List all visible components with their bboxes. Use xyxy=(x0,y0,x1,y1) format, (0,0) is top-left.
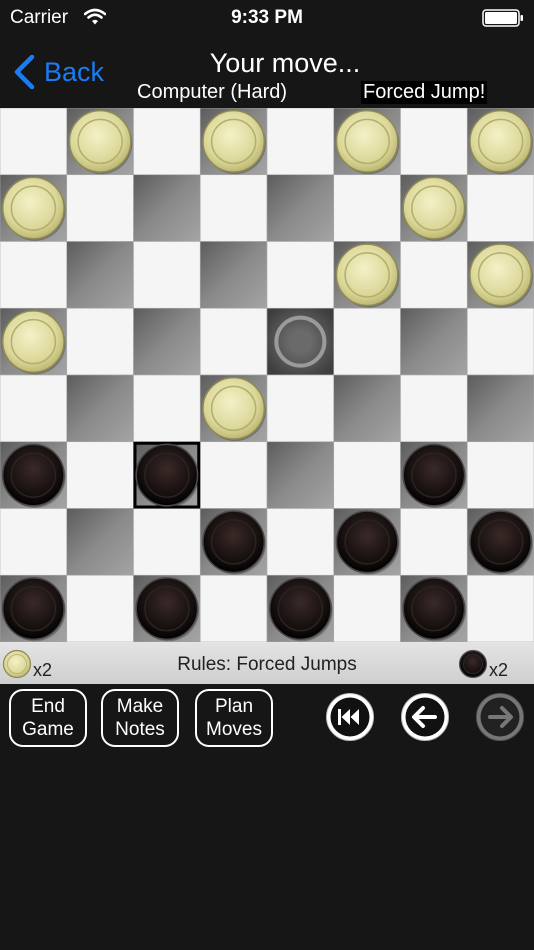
plan-moves-label-line1: Plan xyxy=(214,696,254,717)
board-square-3-7[interactable] xyxy=(466,307,534,376)
forced-jump-alert: Forced Jump! xyxy=(361,81,488,104)
board-square-6-1[interactable] xyxy=(66,508,134,576)
battery-icon xyxy=(482,9,523,27)
board-grid[interactable] xyxy=(0,108,534,642)
board-square-0-2[interactable] xyxy=(133,108,201,176)
page-title: Your move... xyxy=(209,48,361,78)
make-notes-label-line2: Notes xyxy=(115,719,165,740)
end-game-label-line2: Game xyxy=(22,719,74,740)
board-square-2-0[interactable] xyxy=(0,241,68,309)
board-square-2-1[interactable] xyxy=(66,241,134,309)
board-square-4-0[interactable] xyxy=(0,374,68,443)
rewind-to-start-icon[interactable] xyxy=(325,692,375,742)
dark-captured-count: x2 xyxy=(489,660,509,680)
board-square-0-6[interactable] xyxy=(400,108,468,176)
arrow-left-icon[interactable] xyxy=(400,692,450,742)
board-square-5-4[interactable] xyxy=(266,441,335,509)
dark-captured-counter: x2 xyxy=(458,649,509,680)
board-square-3-5[interactable] xyxy=(333,307,401,376)
board-square-1-4[interactable] xyxy=(266,174,335,242)
board-square-5-5[interactable] xyxy=(333,441,401,509)
board-square-7-7[interactable] xyxy=(466,574,534,642)
board-square-1-5[interactable] xyxy=(333,174,401,242)
board-square-4-5[interactable] xyxy=(333,374,401,443)
board-square-6-0[interactable] xyxy=(0,508,68,576)
board-square-3-6[interactable] xyxy=(400,307,468,376)
clock: 9:33 PM xyxy=(231,7,303,28)
board-square-7-5[interactable] xyxy=(333,574,401,642)
board-square-1-1[interactable] xyxy=(66,174,134,242)
board-square-2-4[interactable] xyxy=(266,241,335,309)
arrow-right-icon[interactable] xyxy=(475,692,525,742)
board-square-4-4[interactable] xyxy=(266,374,335,443)
plan-moves-label-line2: Moves xyxy=(206,719,262,740)
board-square-1-2[interactable] xyxy=(133,174,201,242)
board-square-1-7[interactable] xyxy=(466,174,534,242)
board-square-0-0[interactable] xyxy=(0,108,68,176)
make-notes-label-line1: Make xyxy=(116,696,164,717)
rules-label: Rules: Forced Jumps xyxy=(177,654,357,675)
board-square-1-3[interactable] xyxy=(199,174,268,242)
end-game-label-line1: End xyxy=(31,696,65,717)
board-square-7-3[interactable] xyxy=(199,574,268,642)
board-square-5-1[interactable] xyxy=(66,441,134,509)
make-notes-button[interactable]: Make Notes xyxy=(101,689,179,747)
end-game-button[interactable]: End Game xyxy=(9,689,87,747)
info-bar: x2 Rules: Forced Jumps x2 xyxy=(0,642,534,684)
board-square-7-1[interactable] xyxy=(66,574,134,642)
opponent-label: Computer (Hard) xyxy=(137,81,288,103)
board-square-6-6[interactable] xyxy=(400,508,468,576)
board-square-6-4[interactable] xyxy=(266,508,335,576)
board-square-6-2[interactable] xyxy=(133,508,201,576)
board-square-4-1[interactable] xyxy=(66,374,134,443)
dark-piece-icon xyxy=(458,649,488,679)
checkers-board[interactable] xyxy=(0,108,534,642)
board-square-3-3[interactable] xyxy=(199,307,268,376)
board-square-2-3[interactable] xyxy=(199,241,268,309)
board-square-2-6[interactable] xyxy=(400,241,468,309)
plan-moves-button[interactable]: Plan Moves xyxy=(195,689,273,747)
board-square-4-6[interactable] xyxy=(400,374,468,443)
board-square-5-7[interactable] xyxy=(466,441,534,509)
board-square-4-7[interactable] xyxy=(466,374,534,443)
board-square-0-4[interactable] xyxy=(266,108,335,176)
board-square-3-1[interactable] xyxy=(66,307,134,376)
board-square-3-2[interactable] xyxy=(133,307,201,376)
board-square-5-3[interactable] xyxy=(199,441,268,509)
move-target-center[interactable] xyxy=(288,329,313,354)
status-bar: Carrier 9:33 PM xyxy=(0,0,534,36)
board-square-2-2[interactable] xyxy=(133,241,201,309)
board-square-4-2[interactable] xyxy=(133,374,201,443)
